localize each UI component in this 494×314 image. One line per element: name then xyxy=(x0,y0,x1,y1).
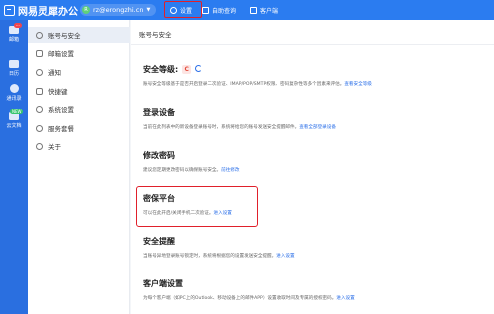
sidebar-item-mail-settings[interactable]: 邮箱设置 xyxy=(28,45,130,61)
document-icon xyxy=(202,6,209,14)
sidebar-item-label: 通知 xyxy=(48,69,61,77)
sidebar-item-notifications[interactable]: 通知 xyxy=(28,64,130,80)
avatar: R xyxy=(82,6,90,14)
sidebar-item-account-security[interactable]: 账号与安全 xyxy=(28,27,130,43)
mail-icon xyxy=(36,49,43,57)
unread-badge: ··· xyxy=(14,23,22,28)
rail-item-label: 日历 xyxy=(8,71,19,77)
sidebar-item-system-settings[interactable]: 系统设置 xyxy=(28,101,130,117)
brand-logo-icon xyxy=(4,4,15,16)
keyboard-icon xyxy=(36,87,43,95)
security-level-label: 安全等级: xyxy=(143,65,179,74)
security-level-title: 安全等级: C xyxy=(143,64,203,75)
bell-icon xyxy=(36,68,43,76)
rail-item-label: 云文档 xyxy=(6,123,22,129)
security-alert-desc: 当账号异地登录账号锁定时，系统将根据您的设置发送安全提醒。进入设置 xyxy=(143,253,295,259)
change-password-desc: 建议您定期更改密码以确保账号安全。前往修改 xyxy=(143,167,240,173)
view-security-level-link[interactable]: 查看安全等级 xyxy=(344,82,372,87)
settings-sidebar: 账号与安全 邮箱设置 通知 快捷键 系统设置 服务套餐 关于 xyxy=(28,20,130,314)
contacts-icon xyxy=(9,84,19,93)
divider xyxy=(131,44,494,45)
sidebar-item-label: 系统设置 xyxy=(48,106,74,114)
monitor-icon xyxy=(250,6,257,14)
security-level-desc: 账号安全等级基于是否开启登录二次验证、IMAP/POP/SMTP权限、密码复杂性… xyxy=(143,81,372,87)
package-icon xyxy=(36,124,43,132)
security-alert-text: 当账号异地登录账号锁定时，系统将根据您的设置发送安全提醒。 xyxy=(143,254,277,259)
sidebar-item-label: 账号与安全 xyxy=(48,32,81,40)
client-settings-title: 客户端设置 xyxy=(143,279,183,288)
rail-item-cloud-doc[interactable]: NEW 云文档 xyxy=(0,109,28,129)
client-settings-text: 为每个客户端（如PC上的Outlook、移动设备上的邮件APP）设置收取时间及专… xyxy=(143,296,337,301)
user-icon xyxy=(36,31,43,39)
sidebar-item-about[interactable]: 关于 xyxy=(28,138,130,154)
rail-item-label: 通讯录 xyxy=(6,96,22,102)
sidebar-item-shortcuts[interactable]: 快捷键 xyxy=(28,83,130,99)
account-email: rz@erongzhi.cn xyxy=(93,6,144,14)
account-switcher[interactable]: R rz@erongzhi.cn ▼ xyxy=(80,4,157,16)
new-badge: NEW xyxy=(10,109,24,114)
nav-self-query-label: 自助查询 xyxy=(212,7,237,15)
login-devices-desc: 当前在此列表中的新设备登录账号时，系统将给您的账号发送安全提醒邮件。查看全部登录… xyxy=(143,124,336,130)
security-alert-title: 安全提醒 xyxy=(143,237,175,246)
go-change-password-link[interactable]: 前往修改 xyxy=(221,168,239,173)
app-rail: ··· 邮箱 日历 通讯录 NEW 云文档 xyxy=(0,20,28,314)
nav-client-button[interactable]: 客户端 xyxy=(250,4,278,16)
sidebar-item-service-package[interactable]: 服务套餐 xyxy=(28,120,130,136)
change-password-text: 建议您定期更改密码以确保账号安全。 xyxy=(143,168,222,173)
calendar-icon xyxy=(9,60,19,68)
sidebar-item-label: 邮箱设置 xyxy=(48,50,74,58)
sidebar-item-label: 关于 xyxy=(48,143,61,151)
brand[interactable]: 网易灵犀办公 xyxy=(4,2,78,18)
rail-item-calendar[interactable]: 日历 xyxy=(0,60,28,77)
security-platform-highlight-box xyxy=(136,186,258,227)
security-level-text: 账号安全等级基于是否开启登录二次验证、IMAP/POP/SMTP权限、密码复杂性… xyxy=(143,82,345,87)
refresh-icon[interactable] xyxy=(195,65,203,72)
brand-name: 网易灵犀办公 xyxy=(18,6,78,18)
breadcrumb: 账号与安全 xyxy=(139,31,172,39)
top-bar: 网易灵犀办公 R rz@erongzhi.cn ▼ 设置 自助查询 客户端 xyxy=(0,0,494,20)
rail-item-mail[interactable]: ··· 邮箱 xyxy=(0,23,28,43)
info-icon xyxy=(36,142,43,150)
security-alert-settings-link[interactable]: 进入设置 xyxy=(276,254,294,259)
nav-self-query-button[interactable]: 自助查询 xyxy=(202,4,236,16)
rail-item-contacts[interactable]: 通讯录 xyxy=(0,84,28,102)
chevron-down-icon: ▼ xyxy=(146,7,151,13)
security-level-badge: C xyxy=(182,65,192,74)
settings-content: 账号与安全 安全等级: C 账号安全等级基于是否开启登录二次验证、IMAP/POP… xyxy=(131,20,494,314)
login-devices-title: 登录设备 xyxy=(143,108,175,117)
settings-highlight-box xyxy=(164,1,202,18)
client-settings-link[interactable]: 进入设置 xyxy=(336,296,354,301)
login-devices-text: 当前在此列表中的新设备登录账号时，系统将给您的账号发送安全提醒邮件。 xyxy=(143,125,300,130)
sidebar-item-label: 服务套餐 xyxy=(48,125,74,133)
view-all-devices-link[interactable]: 查看全部登录设备 xyxy=(299,125,336,130)
nav-client-label: 客户端 xyxy=(260,7,279,15)
gear-icon xyxy=(36,105,43,113)
sidebar-item-label: 快捷键 xyxy=(48,88,68,96)
client-settings-desc: 为每个客户端（如PC上的Outlook、移动设备上的邮件APP）设置收取时间及专… xyxy=(143,295,355,301)
rail-item-label: 邮箱 xyxy=(8,37,19,43)
change-password-title: 修改密码 xyxy=(143,151,175,160)
